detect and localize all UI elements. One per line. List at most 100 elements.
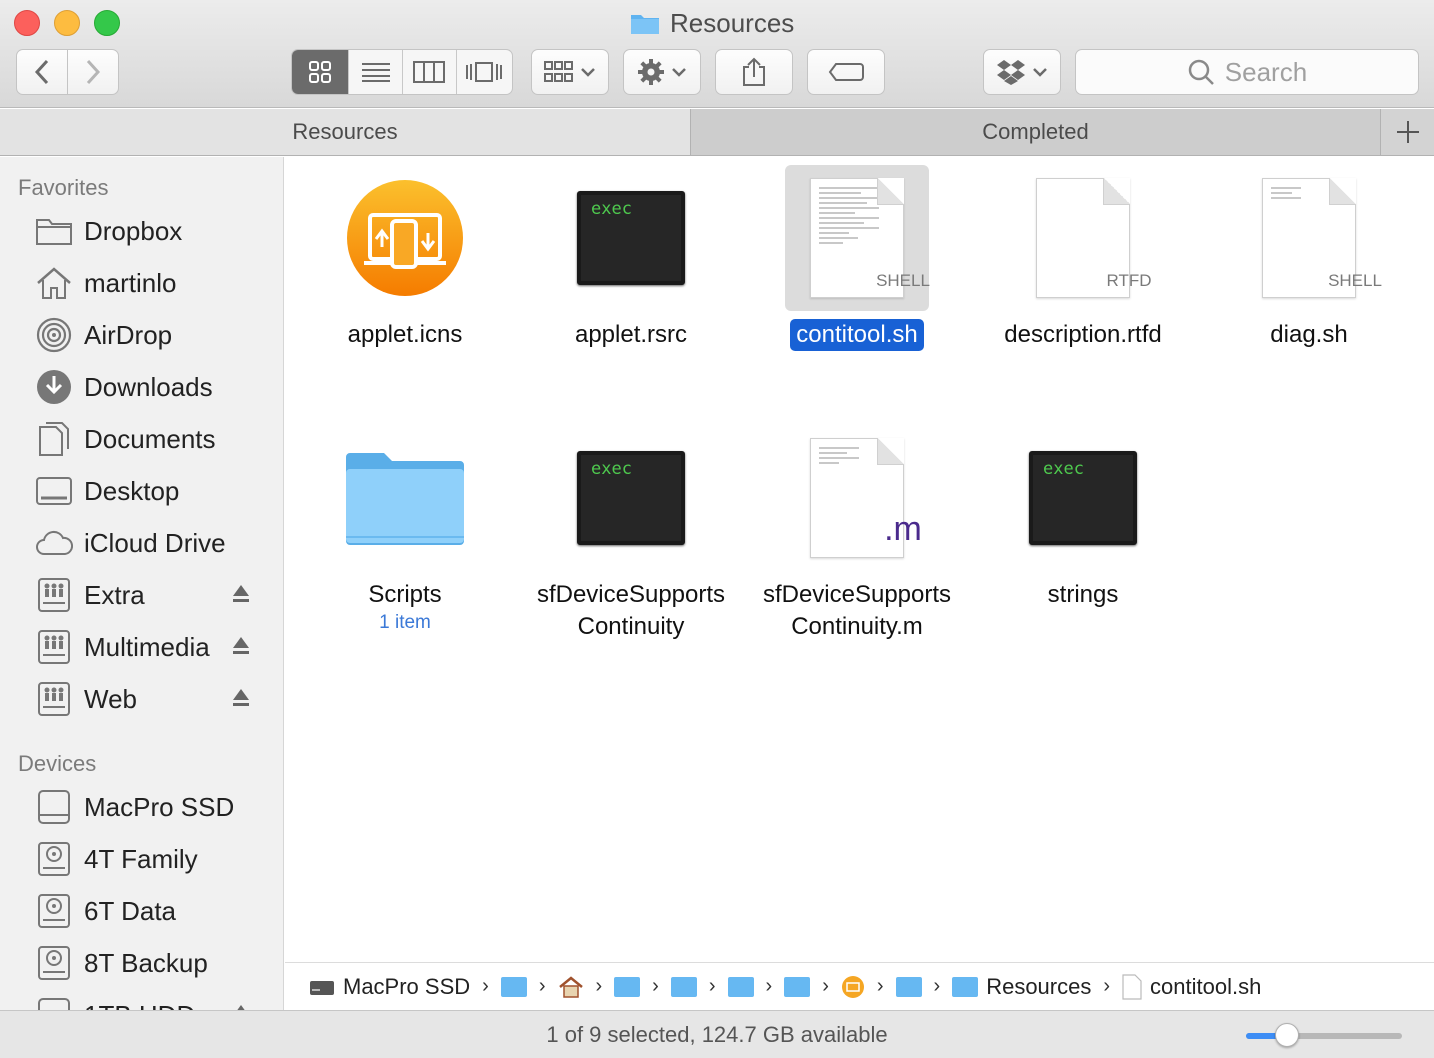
forward-button[interactable] <box>67 49 119 95</box>
sidebar-item-documents[interactable]: Documents <box>34 417 274 461</box>
folder-icon <box>292 425 518 571</box>
tags-button[interactable] <box>807 49 885 95</box>
file-item-strings[interactable]: exec strings <box>970 425 1196 611</box>
finder-window: Resources Search Resources Completed Fav… <box>0 0 1434 1058</box>
file-name-line: Continuity <box>577 613 685 640</box>
file-name-line: sfDeviceSupports <box>762 581 952 608</box>
folder-icon <box>727 976 754 997</box>
search-placeholder: Search <box>1224 56 1308 87</box>
path-item-macpro-ssd[interactable]: MacPro SSD <box>309 974 470 1000</box>
folder-icon <box>670 976 697 997</box>
sidebar-item-martinlo[interactable]: martinlo <box>34 261 274 305</box>
status-bar: 1 of 9 selected, 124.7 GB available <box>0 1010 1434 1058</box>
sidebar-item-extra[interactable]: Extra <box>34 573 274 617</box>
exec-icon: exec <box>518 165 744 311</box>
cover-flow-icon <box>466 62 503 82</box>
exec-label: exec <box>577 191 685 285</box>
rtfd-icon: RTFD <box>970 165 1196 311</box>
sidebar-item-8t-backup[interactable]: 8T Backup <box>34 941 274 985</box>
eject-icon[interactable] <box>232 636 250 661</box>
list-view-button[interactable] <box>349 50 403 94</box>
sidebar-item-label: Documents <box>84 423 216 454</box>
tab-resources[interactable]: Resources <box>0 109 691 155</box>
documents-icon <box>34 421 74 457</box>
path-item-home[interactable] <box>558 975 584 998</box>
network-drive-icon <box>34 629 74 665</box>
sidebar-item-icloud-drive[interactable]: iCloud Drive <box>34 521 274 565</box>
document-icon: RTFD <box>1036 178 1152 298</box>
search-field[interactable]: Search <box>1075 49 1419 95</box>
sidebar-item-6t-data[interactable]: 6T Data <box>34 889 274 933</box>
sidebar-item-label: 6T Data <box>84 895 177 926</box>
file-item-scripts[interactable]: Scripts 1 item <box>292 425 518 635</box>
path-separator-icon: › <box>538 975 546 997</box>
cover-flow-button[interactable] <box>457 50 512 94</box>
file-item-contitool-sh[interactable]: SHELL contitool.sh <box>744 165 970 351</box>
search-icon <box>1188 59 1214 85</box>
path-item-folder[interactable] <box>727 976 754 997</box>
sidebar-item-1tb-hdd[interactable]: 1TB HDD <box>34 993 274 1010</box>
sidebar-item-dropbox[interactable]: Dropbox <box>34 209 274 253</box>
arrange-button[interactable] <box>531 49 609 95</box>
sidebar-item-label: 4T Family <box>84 843 198 874</box>
folder-icon <box>895 976 922 997</box>
sidebar-item-web[interactable]: Web <box>34 677 274 721</box>
file-item-sfdevicesupportscontinuity-m[interactable]: .m sfDeviceSupports Continuity.m <box>744 425 970 643</box>
eject-icon[interactable] <box>232 584 250 609</box>
path-item-app[interactable] <box>841 975 865 999</box>
file-name: sfDeviceSupports Continuity <box>531 579 731 643</box>
dropbox-button[interactable] <box>983 49 1061 95</box>
minimize-button[interactable] <box>54 10 80 36</box>
path-item-users[interactable] <box>500 976 527 997</box>
action-button[interactable] <box>623 49 701 95</box>
eject-icon[interactable] <box>232 688 250 713</box>
file-name: diag.sh <box>1270 321 1348 348</box>
downloads-icon <box>34 369 74 405</box>
sidebar-item-label: Downloads <box>84 371 213 402</box>
zoom-button[interactable] <box>94 10 120 36</box>
shell-script-icon: SHELL <box>785 165 930 311</box>
sidebar-item-desktop[interactable]: Desktop <box>34 469 274 513</box>
path-item-folder[interactable] <box>670 976 697 997</box>
path-label: Resources <box>986 973 1092 999</box>
path-separator-icon: › <box>1103 975 1111 997</box>
sidebar-item-label: iCloud Drive <box>84 527 226 558</box>
plus-icon <box>1396 121 1419 143</box>
sidebar-item-multimedia[interactable]: Multimedia <box>34 625 274 669</box>
drive-icon <box>34 789 74 825</box>
hard-disk-icon <box>34 841 74 877</box>
close-button[interactable] <box>14 10 40 36</box>
slider-knob[interactable] <box>1274 1023 1299 1047</box>
window-title-text: Resources <box>670 7 795 38</box>
icon-size-slider[interactable] <box>1246 1023 1402 1047</box>
home-icon <box>558 975 583 998</box>
path-item-contents[interactable] <box>895 976 922 997</box>
file-name-line: sfDeviceSupports <box>536 581 726 608</box>
window-title: Resources <box>630 8 794 38</box>
path-label: contitool.sh <box>1150 973 1262 999</box>
sidebar-item-airdrop[interactable]: AirDrop <box>34 313 274 357</box>
file-item-applet-icns[interactable]: applet.icns <box>292 165 518 351</box>
share-button[interactable] <box>715 49 793 95</box>
sidebar-item-macpro-ssd[interactable]: MacPro SSD <box>34 785 274 829</box>
path-item-folder[interactable] <box>784 976 811 997</box>
folder-icon <box>34 213 74 249</box>
applet-icon <box>292 165 518 311</box>
sidebar-item-downloads[interactable]: Downloads <box>34 365 274 409</box>
column-view-button[interactable] <box>403 50 457 94</box>
path-item-current-file[interactable]: contitool.sh <box>1122 974 1261 1000</box>
file-item-applet-rsrc[interactable]: exec applet.rsrc <box>518 165 744 351</box>
file-item-description-rtfd[interactable]: RTFD description.rtfd <box>970 165 1196 351</box>
icon-view-button[interactable] <box>292 50 350 94</box>
new-tab-button[interactable] <box>1381 109 1434 155</box>
back-button[interactable] <box>16 49 68 95</box>
tab-completed[interactable]: Completed <box>691 109 1381 155</box>
file-item-sfdevicesupportscontinuity[interactable]: exec sfDeviceSupports Continuity <box>518 425 744 643</box>
sidebar-item-label: AirDrop <box>84 319 173 350</box>
status-text: 1 of 9 selected, 124.7 GB available <box>546 1022 888 1047</box>
path-item-downloads[interactable] <box>614 976 641 997</box>
file-item-diag-sh[interactable]: SHELL diag.sh <box>1196 165 1422 351</box>
path-item-resources[interactable]: Resources <box>952 974 1091 1000</box>
path-separator-icon: › <box>876 975 884 997</box>
sidebar-item-4t-family[interactable]: 4T Family <box>34 837 274 881</box>
